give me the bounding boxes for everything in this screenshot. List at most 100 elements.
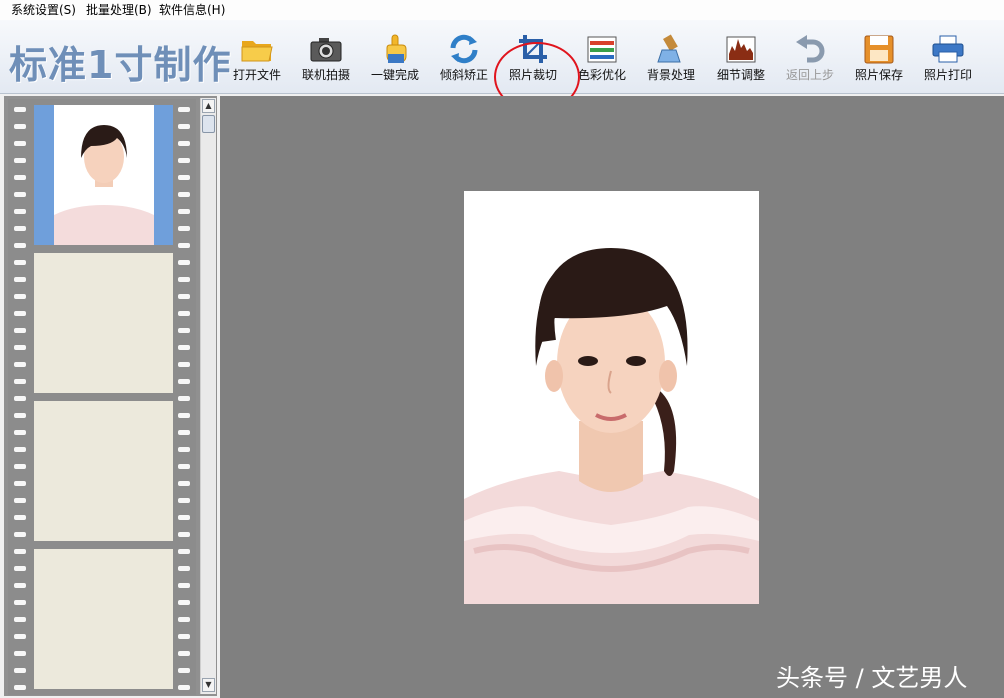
film-sprocket-hole: [178, 651, 190, 656]
film-sprocket-hole: [178, 379, 190, 384]
film-sprocket-hole: [178, 481, 190, 486]
film-sprocket-hole: [14, 583, 26, 588]
film-sprocket-hole: [14, 107, 26, 112]
film-sprocket-hole: [178, 685, 190, 690]
portrait-photo: [464, 191, 759, 604]
film-sprocket-hole: [178, 583, 190, 588]
photo-save-label: 照片保存: [854, 68, 903, 82]
filmstrip-panel: ▲ ▼: [4, 96, 217, 696]
one-click-finish-button[interactable]: 一键完成: [361, 34, 429, 86]
film-sprocket-hole: [178, 362, 190, 367]
film-sprocket-hole: [14, 175, 26, 180]
film-sprocket-hole: [178, 498, 190, 503]
film-sprocket-hole: [178, 396, 190, 401]
film-sprocket-hole: [178, 345, 190, 350]
film-sprocket-hole: [14, 379, 26, 384]
film-sprocket-hole: [178, 277, 190, 282]
camera-capture-label: 联机拍摄: [301, 68, 350, 82]
scroll-down-icon[interactable]: ▼: [202, 678, 215, 692]
filmstrip: [8, 99, 196, 695]
film-sprocket-hole: [14, 396, 26, 401]
film-sprocket-hole: [178, 413, 190, 418]
open-file-label: 打开文件: [232, 68, 281, 82]
film-sprocket-hole: [178, 192, 190, 197]
film-sprocket-hole: [178, 328, 190, 333]
background-process-button[interactable]: 背景处理: [637, 34, 705, 86]
color-bars-icon: [587, 36, 617, 63]
menu-software-info[interactable]: 软件信息(H): [159, 3, 225, 17]
detail-adjust-button[interactable]: 细节调整: [707, 34, 775, 86]
pointing-hand-icon: [386, 34, 407, 63]
background-process-label: 背景处理: [646, 68, 695, 82]
film-sprocket-hole: [178, 124, 190, 129]
film-sprocket-hole: [14, 277, 26, 282]
film-sprocket-hole: [14, 226, 26, 231]
photo-print-button[interactable]: 照片打印: [914, 34, 982, 86]
scroll-up-icon[interactable]: ▲: [202, 99, 215, 113]
one-click-finish-label: 一键完成: [370, 68, 419, 82]
film-sprocket-hole: [178, 107, 190, 112]
film-sprocket-hole: [14, 430, 26, 435]
film-sprocket-hole: [178, 634, 190, 639]
film-sprocket-hole: [178, 209, 190, 214]
app-title: 标准1寸制作: [9, 43, 232, 87]
film-sprocket-hole: [178, 600, 190, 605]
menu-batch-processing[interactable]: 批量处理(B): [86, 3, 152, 17]
film-sprocket-hole: [14, 447, 26, 452]
tilt-correction-label: 倾斜矫正: [439, 68, 488, 82]
film-sprocket-hole: [14, 515, 26, 520]
film-sprocket-hole: [14, 192, 26, 197]
scrollbar-thumb[interactable]: [202, 115, 215, 133]
film-sprocket-hole: [14, 311, 26, 316]
film-sprocket-hole: [14, 294, 26, 299]
film-sprocket-hole: [14, 260, 26, 265]
menu-system-settings[interactable]: 系统设置(S): [11, 3, 76, 17]
film-sprocket-hole: [14, 464, 26, 469]
floppy-save-icon: [864, 35, 894, 64]
photo-save-button[interactable]: 照片保存: [845, 34, 913, 86]
camera-icon: [310, 38, 342, 62]
menu-bar: 系统设置(S) 批量处理(B) 软件信息(H): [0, 0, 1004, 21]
folder-open-icon: [241, 41, 273, 62]
id-photo-preview[interactable]: [464, 191, 759, 604]
film-sprocket-hole: [14, 498, 26, 503]
film-sprocket-hole: [14, 651, 26, 656]
undo-label: 返回上步: [785, 68, 834, 82]
film-sprocket-hole: [178, 226, 190, 231]
film-sprocket-hole: [14, 549, 26, 554]
film-sprocket-hole: [178, 464, 190, 469]
filmstrip-scrollbar[interactable]: ▲ ▼: [200, 98, 216, 694]
film-sprocket-hole: [178, 532, 190, 537]
histogram-icon: [726, 36, 756, 63]
watermark-text: 头条号 / 文艺男人: [776, 664, 968, 692]
film-sprocket-hole: [14, 566, 26, 571]
film-sprocket-hole: [178, 430, 190, 435]
film-sprocket-hole: [178, 260, 190, 265]
film-sprocket-hole: [178, 158, 190, 163]
film-sprocket-hole: [178, 668, 190, 673]
film-sprocket-hole: [14, 141, 26, 146]
filmstrip-frame-empty[interactable]: [34, 253, 173, 393]
film-sprocket-hole: [14, 617, 26, 622]
tilt-correction-button[interactable]: 倾斜矫正: [430, 34, 498, 86]
film-sprocket-hole: [178, 447, 190, 452]
photo-workspace: [220, 96, 1004, 698]
filmstrip-frame-selected[interactable]: [34, 105, 173, 245]
toolbar: 标准1寸制作 打开文件 联机拍摄 一键完成 倾斜矫正 照片裁切 色彩优化 背景处…: [0, 20, 1004, 112]
camera-capture-button[interactable]: 联机拍摄: [292, 34, 360, 86]
film-sprocket-hole: [14, 362, 26, 367]
open-file-button[interactable]: 打开文件: [223, 34, 291, 86]
filmstrip-frame-empty[interactable]: [34, 401, 173, 541]
film-sprocket-hole: [14, 209, 26, 214]
film-sprocket-hole: [178, 566, 190, 571]
film-sprocket-hole: [14, 481, 26, 486]
film-sprocket-hole: [178, 515, 190, 520]
film-sprocket-hole: [14, 668, 26, 673]
film-sprocket-hole: [14, 243, 26, 248]
filmstrip-frame-empty[interactable]: [34, 549, 173, 689]
film-sprocket-hole: [14, 413, 26, 418]
undo-button[interactable]: 返回上步: [776, 34, 844, 86]
film-sprocket-hole: [178, 141, 190, 146]
film-sprocket-hole: [14, 685, 26, 690]
thumbnail-photo: [54, 105, 154, 245]
